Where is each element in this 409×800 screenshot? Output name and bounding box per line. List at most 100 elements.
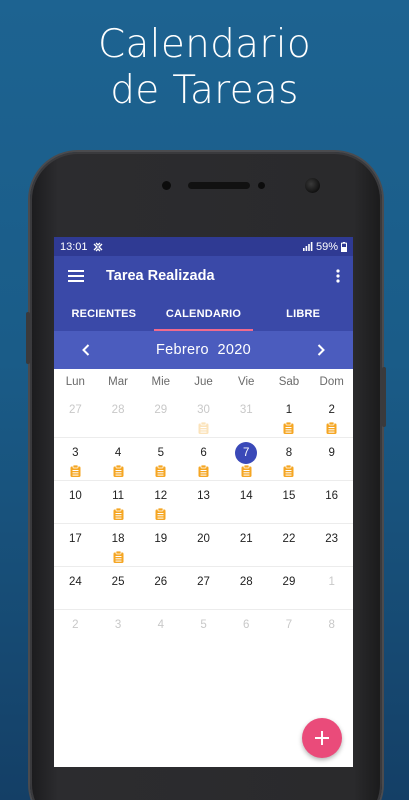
day-number: 24 <box>68 576 82 588</box>
calendar-day[interactable]: 18 <box>97 524 140 566</box>
calendar-day[interactable]: 23 <box>310 524 353 566</box>
calendar-day[interactable]: 28 <box>97 395 140 437</box>
clipboard-task-icon <box>326 422 337 434</box>
calendar-day[interactable]: 21 <box>225 524 268 566</box>
calendar-day[interactable]: 29 <box>139 395 182 437</box>
calendar-day[interactable]: 8 <box>268 438 311 480</box>
app-bar: Tarea Realizada <box>54 256 353 296</box>
calendar-day[interactable]: 3 <box>97 610 140 653</box>
calendar-day[interactable]: 1 <box>310 567 353 609</box>
calendar-day[interactable]: 14 <box>225 481 268 523</box>
day-number: 29 <box>282 576 296 588</box>
battery-icon <box>341 241 347 252</box>
day-number: 27 <box>68 404 82 416</box>
day-number: 5 <box>157 447 164 459</box>
calendar-day[interactable]: 17 <box>54 524 97 566</box>
day-number: 8 <box>285 447 293 459</box>
calendar-week: 10 11 12 13 14 15 16 <box>54 481 353 524</box>
calendar-day[interactable]: 6 <box>225 610 268 653</box>
calendar-day[interactable]: 4 <box>97 438 140 480</box>
day-number: 12 <box>154 490 168 502</box>
calendar-day[interactable]: 6 <box>182 438 225 480</box>
day-number: 2 <box>328 404 335 416</box>
clipboard-task-icon <box>283 465 294 477</box>
promo-title-line-1: Calendario <box>97 22 312 67</box>
calendar-day[interactable]: 24 <box>54 567 97 609</box>
status-bar: 13:01 59% <box>54 237 353 256</box>
calendar-day-selected[interactable]: 7 <box>225 438 268 480</box>
tab-libre[interactable]: LIBRE <box>253 296 353 331</box>
calendar-week: 3 4 5 6 7 8 9 <box>54 438 353 481</box>
day-number: 13 <box>197 490 210 502</box>
day-number: 17 <box>68 533 82 545</box>
day-number: 18 <box>111 533 125 545</box>
battery-percent: 59% <box>315 240 338 253</box>
proximity-sensor <box>258 182 265 189</box>
day-number: 8 <box>328 619 335 631</box>
day-number: 9 <box>328 447 335 459</box>
calendar-day[interactable]: 20 <box>182 524 225 566</box>
add-task-button[interactable] <box>302 718 342 758</box>
phone-screen: 13:01 59% Tarea Realizada RECIENTES CALE… <box>54 237 353 767</box>
clipboard-task-icon <box>198 465 209 477</box>
calendar-day[interactable]: 28 <box>225 567 268 609</box>
calendar-day[interactable]: 13 <box>182 481 225 523</box>
next-month-button[interactable] <box>289 344 353 356</box>
calendar-day[interactable]: 9 <box>310 438 353 480</box>
signal-icon <box>302 242 313 251</box>
weekday-label: Vie <box>238 376 255 388</box>
clipboard-task-icon <box>113 551 124 563</box>
front-sensor <box>162 181 171 190</box>
overflow-menu-button[interactable] <box>323 269 353 283</box>
calendar-day[interactable]: 12 <box>139 481 182 523</box>
previous-month-button[interactable] <box>54 344 118 356</box>
calendar-day[interactable]: 5 <box>182 610 225 653</box>
calendar-grid: 27 28 29 30 31 1 2 3 4 5 6 7 8 9 10 11 12 13 14 15 16 17 18 19 2… <box>54 395 353 653</box>
calendar-day[interactable]: 2 <box>310 395 353 437</box>
calendar-day[interactable]: 5 <box>139 438 182 480</box>
calendar-day[interactable]: 22 <box>268 524 311 566</box>
tab-recientes[interactable]: RECIENTES <box>54 296 154 331</box>
calendar-day[interactable]: 16 <box>310 481 353 523</box>
calendar-day[interactable]: 27 <box>182 567 225 609</box>
calendar-day[interactable]: 3 <box>54 438 97 480</box>
calendar-day[interactable]: 29 <box>268 567 311 609</box>
day-number: 22 <box>282 533 296 545</box>
calendar-day[interactable]: 26 <box>139 567 182 609</box>
plus-icon <box>315 731 329 745</box>
calendar-day[interactable]: 19 <box>139 524 182 566</box>
calendar-day[interactable]: 1 <box>268 395 311 437</box>
clipboard-task-icon <box>113 508 124 520</box>
clipboard-task-icon <box>113 465 124 477</box>
month-navigation: Febrero 2020 <box>54 331 353 369</box>
calendar-day[interactable]: 4 <box>139 610 182 653</box>
calendar-day[interactable]: 2 <box>54 610 97 653</box>
day-number: 26 <box>154 576 168 588</box>
calendar-day[interactable]: 11 <box>97 481 140 523</box>
promo-title-line-2: de Tareas <box>110 68 299 113</box>
weekday-header: Lun Mar Mie Jue Vie Sab Dom <box>54 369 353 395</box>
year-label: 2020 <box>217 342 251 358</box>
calendar-day[interactable]: 15 <box>268 481 311 523</box>
calendar-day[interactable]: 8 <box>310 610 353 653</box>
app-notification-icon <box>93 242 102 251</box>
weekday-label: Mar <box>108 376 128 388</box>
month-year-label: Febrero 2020 <box>118 342 289 358</box>
more-vert-icon <box>336 269 340 283</box>
day-number: 20 <box>197 533 210 545</box>
menu-button[interactable] <box>54 270 98 282</box>
calendar-day[interactable]: 7 <box>268 610 311 653</box>
calendar-day[interactable]: 31 <box>225 395 268 437</box>
calendar-day[interactable]: 10 <box>54 481 97 523</box>
tab-calendario[interactable]: CALENDARIO <box>153 296 254 331</box>
calendar-week: 2 3 4 5 6 7 8 <box>54 610 353 653</box>
day-number: 21 <box>239 533 253 545</box>
weekday-label: Sab <box>278 376 300 388</box>
calendar-day[interactable]: 25 <box>97 567 140 609</box>
day-number: 3 <box>72 447 79 459</box>
day-number: 31 <box>239 404 253 416</box>
day-number: 1 <box>328 576 335 588</box>
calendar-day[interactable]: 30 <box>182 395 225 437</box>
weekday-label: Dom <box>319 376 344 388</box>
calendar-day[interactable]: 27 <box>54 395 97 437</box>
